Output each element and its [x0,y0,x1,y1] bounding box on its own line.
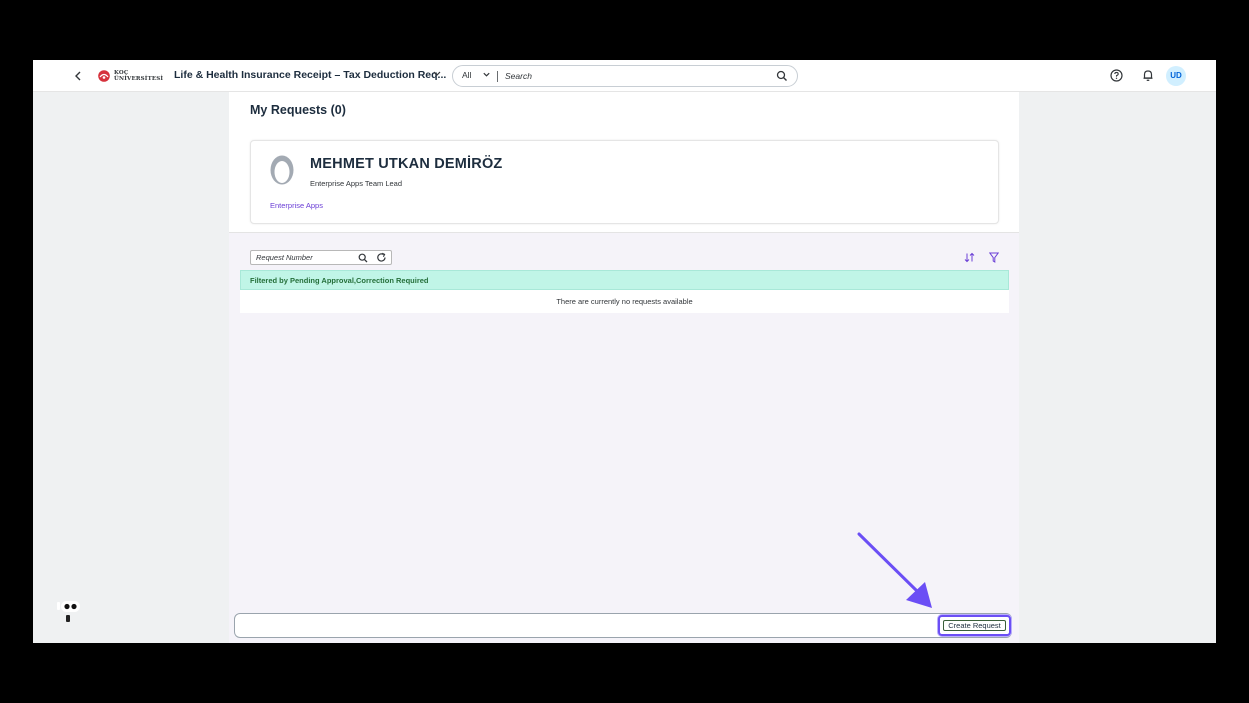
user-avatar[interactable]: UD [1166,66,1186,86]
profile-department-link[interactable]: Enterprise Apps [270,201,323,210]
chevron-down-icon[interactable] [432,68,442,81]
shell-bar: KOÇ ÜNİVERSİTESİ Life & Health Insurance… [33,60,1216,92]
page-title: My Requests (0) [250,103,346,117]
page-header: My Requests (0) MEHMET UTKAN DEMİRÖZ Ent… [229,92,1019,233]
profile-card: MEHMET UTKAN DEMİRÖZ Enterprise Apps Tea… [250,140,999,224]
help-icon[interactable] [1110,69,1123,82]
logo-mark-icon [98,70,110,82]
filter-info-bar: Filtered by Pending Approval,Correction … [240,270,1009,290]
app-window: KOÇ ÜNİVERSİTESİ Life & Health Insurance… [33,60,1216,643]
create-request-button[interactable]: Create Request [943,620,1006,631]
back-icon[interactable] [71,68,85,84]
table-toolbar: Request Number [250,248,999,270]
search-scope-select[interactable]: All [462,70,471,80]
scope-chevron-down-icon[interactable] [482,70,491,81]
profile-role: Enterprise Apps Team Lead [310,179,403,188]
logo-text: KOÇ ÜNİVERSİTESİ [114,70,163,82]
university-logo[interactable]: KOÇ ÜNİVERSİTESİ [97,69,163,83]
search-icon[interactable] [358,253,368,263]
empty-table-row: There are currently no requests availabl… [240,290,1009,313]
profile-name: MEHMET UTKAN DEMİRÖZ [310,156,503,172]
search-icon[interactable] [776,70,788,82]
person-placeholder-icon [270,155,294,185]
refresh-icon[interactable] [376,252,387,263]
empty-state-text: There are currently no requests availabl… [556,297,693,306]
filter-info-text: Filtered by Pending Approval,Correction … [250,276,429,285]
bell-icon[interactable] [1142,69,1154,82]
search-input[interactable]: Search [505,71,532,81]
footer-toolbar: Create Request [234,613,1012,638]
assistant-bot-icon[interactable] [56,600,82,626]
app-title[interactable]: Life & Health Insurance Receipt – Tax De… [174,69,446,81]
logo-text-line2: ÜNİVERSİTESİ [114,76,164,82]
create-request-button-highlight[interactable]: Create Request [938,615,1011,636]
request-number-input[interactable]: Request Number [256,253,313,262]
request-number-search[interactable]: Request Number [250,250,392,265]
main-content: My Requests (0) MEHMET UTKAN DEMİRÖZ Ent… [229,92,1019,643]
global-search[interactable]: All Search [452,65,798,87]
filter-icon[interactable] [989,252,999,263]
sort-icon[interactable] [964,252,975,263]
search-divider [497,71,498,82]
